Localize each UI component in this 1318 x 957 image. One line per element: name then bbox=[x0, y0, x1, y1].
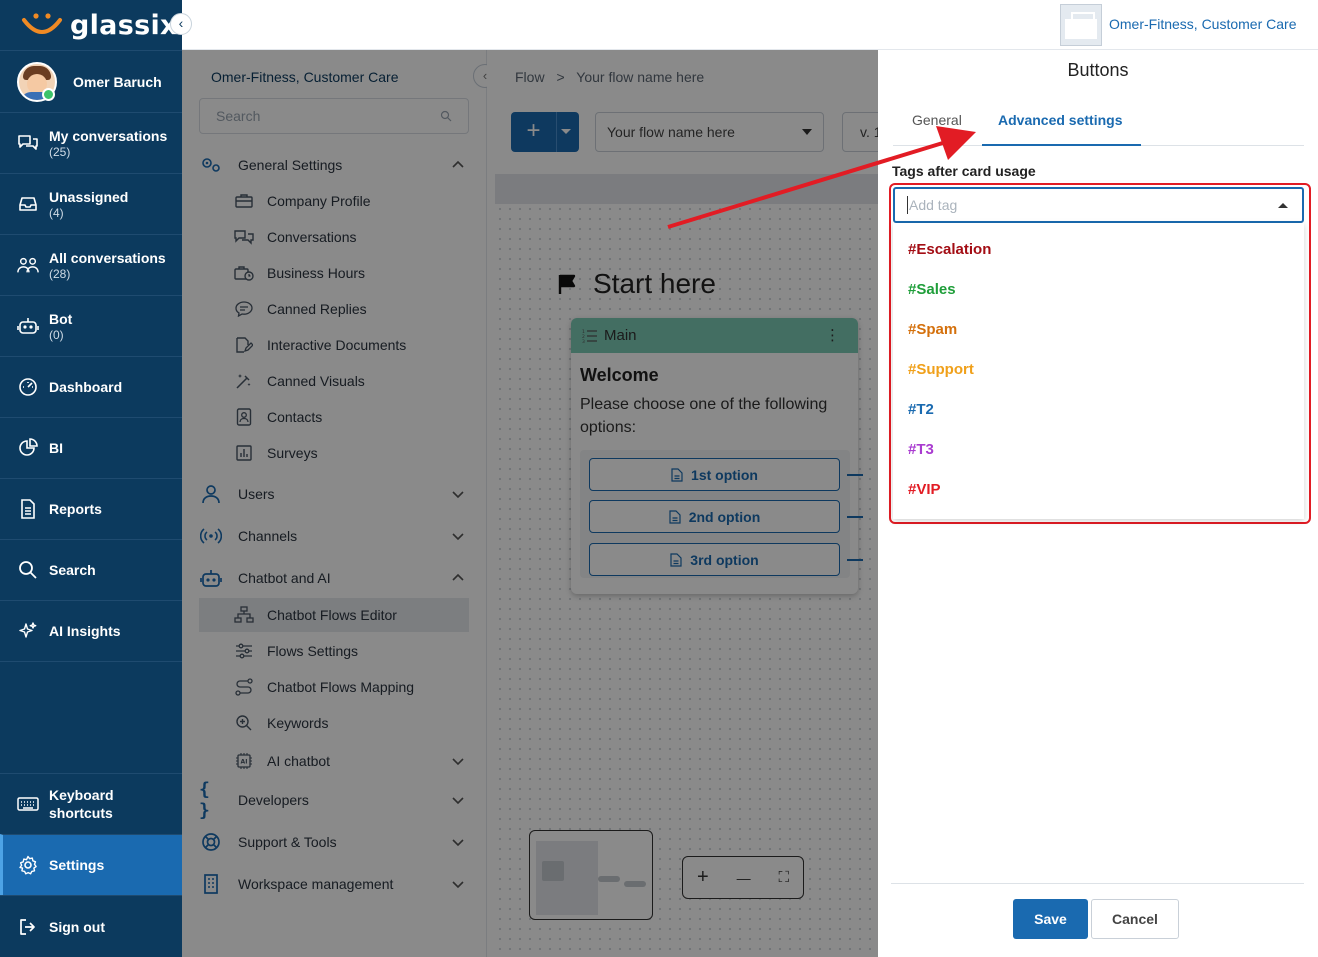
document-icon bbox=[17, 498, 39, 520]
search-icon bbox=[17, 559, 39, 581]
drawer-footer-divider bbox=[891, 883, 1304, 884]
chat-bubbles-icon bbox=[17, 132, 39, 154]
robot-icon bbox=[17, 315, 39, 337]
nav-search[interactable]: Search bbox=[0, 539, 182, 600]
pie-chart-icon bbox=[17, 437, 39, 459]
tag-option-spam[interactable]: #Spam bbox=[908, 321, 957, 338]
gear-icon bbox=[17, 854, 39, 876]
inbox-icon bbox=[17, 193, 39, 215]
nav-settings[interactable]: Settings bbox=[0, 834, 182, 895]
online-status-dot bbox=[42, 88, 55, 101]
keyboard-icon bbox=[17, 793, 39, 815]
workspace-briefcase-icon bbox=[1060, 4, 1102, 46]
tag-option-support[interactable]: #Support bbox=[908, 361, 974, 378]
top-bar: Omer-Fitness, Customer Care bbox=[182, 0, 1318, 50]
user-profile[interactable]: Omer Baruch bbox=[0, 50, 182, 112]
tags-label: Tags after card usage bbox=[892, 163, 1036, 179]
collapse-nav-button[interactable]: ‹ bbox=[170, 13, 192, 35]
modal-backdrop[interactable] bbox=[182, 50, 878, 957]
sign-out-icon bbox=[17, 916, 39, 938]
nav-reports[interactable]: Reports bbox=[0, 478, 182, 539]
glassix-logo[interactable]: glassix bbox=[20, 8, 178, 42]
tag-option-t3[interactable]: #T3 bbox=[908, 441, 934, 458]
add-tag-input[interactable]: Add tag bbox=[893, 187, 1304, 223]
sparkles-icon bbox=[17, 620, 39, 642]
nav-bot[interactable]: Bot (0) bbox=[0, 295, 182, 356]
nav-sign-out[interactable]: Sign out bbox=[0, 895, 182, 957]
nav-ai-insights[interactable]: AI Insights bbox=[0, 600, 182, 661]
nav-my-conversations[interactable]: My conversations (25) bbox=[0, 112, 182, 173]
drawer-title: Buttons bbox=[1067, 60, 1129, 80]
workspace-name[interactable]: Omer-Fitness, Customer Care bbox=[1109, 16, 1296, 32]
users-group-icon bbox=[17, 254, 39, 276]
user-name: Omer Baruch bbox=[73, 73, 162, 90]
tab-advanced-settings[interactable]: Advanced settings bbox=[982, 112, 1141, 146]
caret-up-icon bbox=[1278, 203, 1288, 208]
save-button[interactable]: Save bbox=[1013, 899, 1088, 939]
gauge-icon bbox=[17, 376, 39, 398]
tag-option-vip[interactable]: #VIP bbox=[908, 481, 941, 498]
tag-option-sales[interactable]: #Sales bbox=[908, 281, 956, 298]
tag-option-escalation[interactable]: #Escalation bbox=[908, 241, 991, 258]
tag-option-t2[interactable]: #T2 bbox=[908, 401, 934, 418]
nav-dashboard[interactable]: Dashboard bbox=[0, 356, 182, 417]
tag-dropdown: #Escalation #Sales #Spam #Support #T2 #T… bbox=[893, 223, 1304, 519]
left-navigation: glassix ‹ Omer Baruch My conversations (2… bbox=[0, 0, 192, 957]
brand-name: glassix bbox=[70, 9, 178, 41]
nav-keyboard-shortcuts[interactable]: Keyboard shortcuts bbox=[0, 773, 182, 834]
nav-divider bbox=[0, 661, 182, 662]
cancel-button[interactable]: Cancel bbox=[1091, 899, 1179, 939]
nav-all-conversations[interactable]: All conversations (28) bbox=[0, 234, 182, 295]
tab-general[interactable]: General bbox=[912, 112, 962, 146]
drawer-tabs: General Advanced settings bbox=[893, 100, 1304, 146]
nav-unassigned[interactable]: Unassigned (4) bbox=[0, 173, 182, 234]
nav-bi[interactable]: BI bbox=[0, 417, 182, 478]
logo-smile-icon bbox=[22, 13, 62, 34]
buttons-drawer: Buttons General Advanced settings Tags a… bbox=[878, 50, 1318, 957]
